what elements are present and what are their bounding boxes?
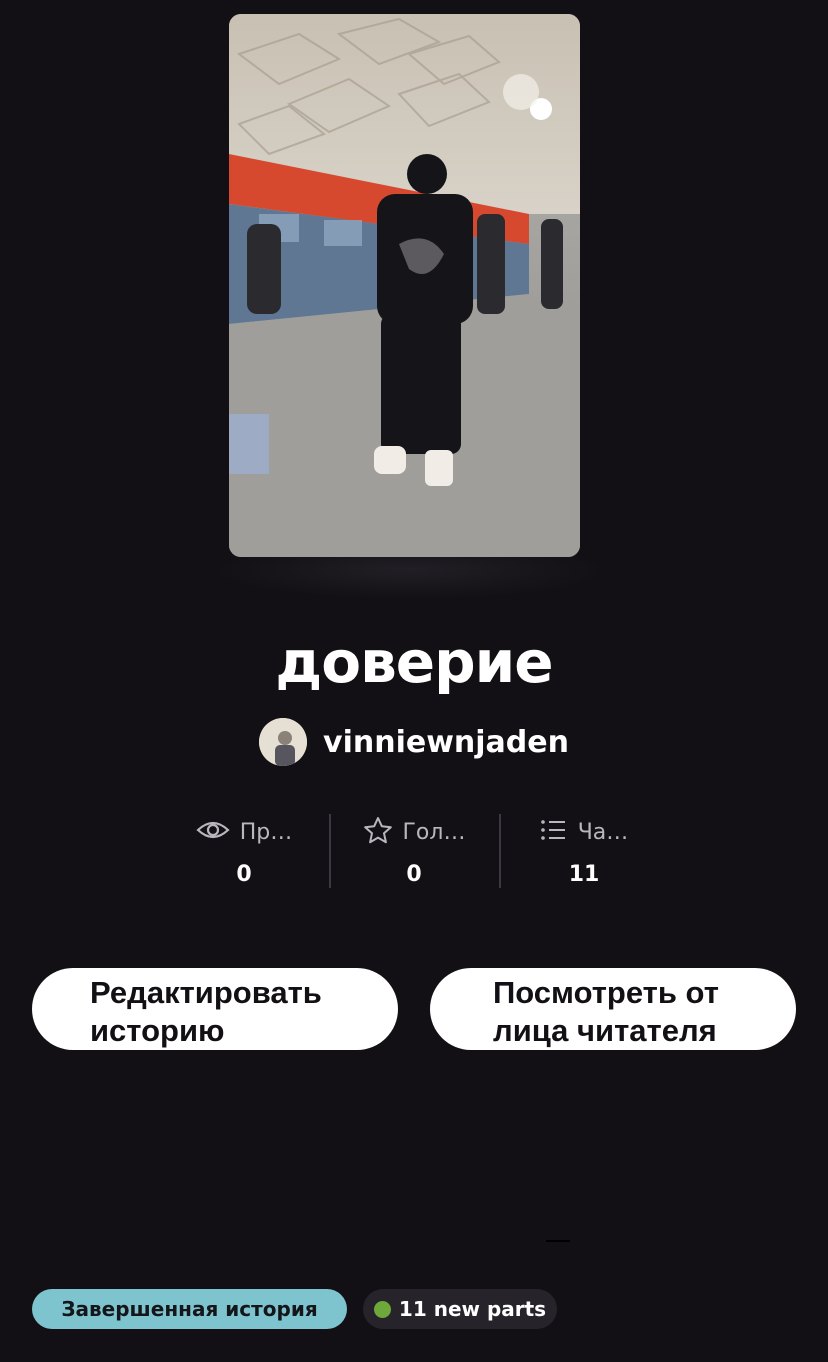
new-parts-badge: 11 new parts [363, 1289, 557, 1329]
list-icon [540, 819, 568, 846]
stat-parts-label: Ча… [577, 819, 629, 845]
story-stats: Пр… 0 Гол… 0 Ча… 11 [159, 812, 669, 890]
stat-reads: Пр… 0 [159, 812, 329, 890]
story-title: доверие [275, 628, 553, 696]
new-parts-label: 11 new parts [398, 1297, 547, 1321]
stat-parts-value: 11 [568, 862, 600, 887]
star-icon [363, 816, 393, 849]
reader-preview-button[interactable]: Посмотреть от лица читателя [430, 968, 796, 1050]
story-cover-image[interactable] [229, 14, 580, 557]
stat-votes-label: Гол… [402, 819, 466, 845]
edit-story-button[interactable]: Редактировать историю [32, 968, 398, 1050]
author-username[interactable]: vinniewnjaden [323, 725, 569, 760]
stat-reads-label: Пр… [239, 819, 293, 845]
divider [546, 1240, 570, 1242]
author-row[interactable]: vinniewnjaden [0, 718, 828, 766]
eye-icon [196, 818, 230, 847]
stat-votes-value: 0 [406, 862, 422, 887]
author-avatar[interactable] [259, 718, 308, 766]
status-badge: Завершенная история [32, 1289, 347, 1329]
stat-parts: Ча… 11 [499, 812, 669, 890]
edit-story-button-label: Редактировать историю [90, 975, 322, 1048]
new-parts-dot-icon [373, 1300, 391, 1318]
stat-votes: Гол… 0 [329, 812, 499, 890]
reader-preview-button-label: Посмотреть от лица читателя [493, 975, 719, 1048]
stat-reads-value: 0 [236, 862, 252, 887]
